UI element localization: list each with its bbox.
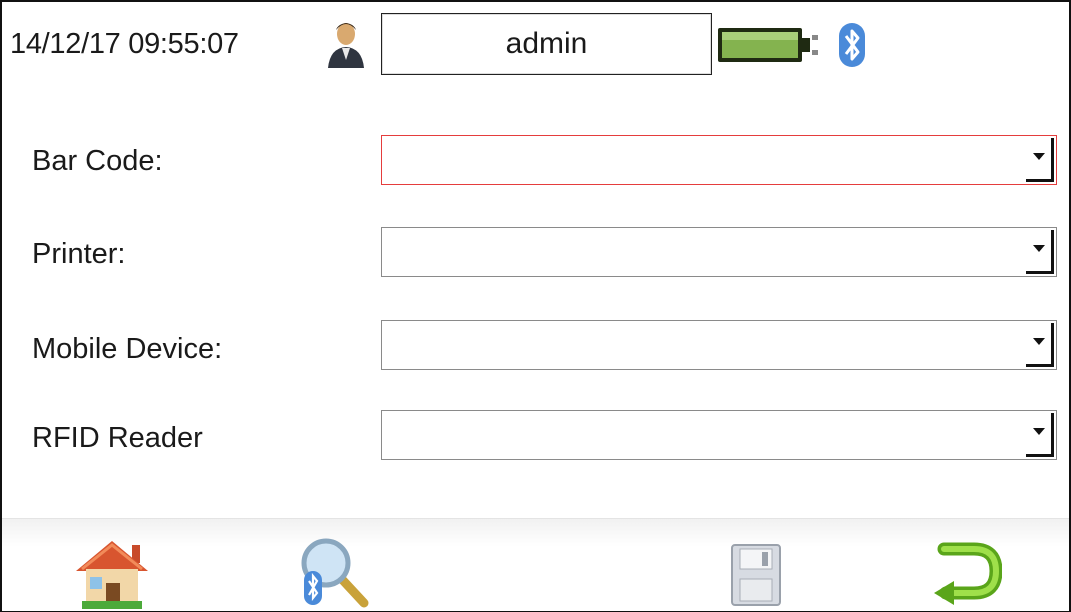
chevron-down-icon	[1033, 428, 1045, 435]
back-icon[interactable]	[930, 535, 1002, 609]
printer-dropdown-button[interactable]	[1026, 230, 1054, 274]
home-icon[interactable]	[72, 535, 152, 609]
chevron-down-icon	[1033, 245, 1045, 252]
printer-select[interactable]	[381, 227, 1057, 277]
datetime-display: 14/12/17 09:55:07	[10, 28, 239, 60]
mobile-device-label: Mobile Device:	[32, 333, 223, 365]
battery-icon	[718, 28, 818, 62]
printer-label: Printer:	[32, 238, 126, 270]
chevron-down-icon	[1033, 153, 1045, 160]
current-user-label: admin	[505, 27, 588, 60]
bluetooth-search-icon[interactable]	[298, 535, 370, 609]
mobile-device-select[interactable]	[381, 320, 1057, 370]
current-user-field: admin	[381, 13, 712, 75]
bottom-toolbar	[2, 518, 1069, 611]
barcode-select[interactable]	[381, 135, 1057, 185]
user-icon	[328, 23, 364, 68]
rfid-reader-select[interactable]	[381, 410, 1057, 460]
chevron-down-icon	[1033, 338, 1045, 345]
rfid-reader-label: RFID Reader	[32, 422, 203, 454]
save-icon[interactable]	[728, 535, 784, 609]
barcode-dropdown-button[interactable]	[1026, 138, 1054, 182]
bluetooth-icon	[839, 23, 865, 67]
barcode-label: Bar Code:	[32, 145, 163, 177]
mobile-device-dropdown-button[interactable]	[1026, 323, 1054, 367]
rfid-reader-dropdown-button[interactable]	[1026, 413, 1054, 457]
